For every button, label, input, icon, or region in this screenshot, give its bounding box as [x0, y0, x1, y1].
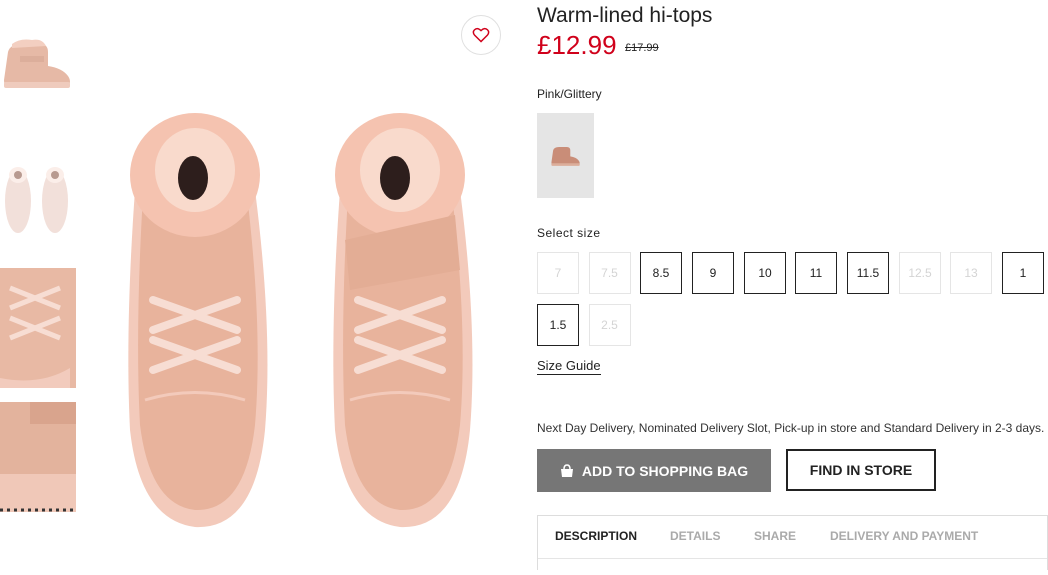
tab-details[interactable]: DETAILS	[670, 529, 720, 543]
size-option: 7.5	[588, 252, 631, 294]
size-option[interactable]: 11.5	[847, 252, 889, 294]
thumbnail-top-view[interactable]	[0, 155, 76, 240]
size-option[interactable]: 11	[795, 252, 837, 294]
favorite-button[interactable]	[461, 15, 501, 55]
original-price: £17.99	[625, 42, 659, 54]
swatch-shoe-image	[550, 146, 580, 166]
tab-delivery-and-payment[interactable]: DELIVERY AND PAYMENT	[830, 529, 978, 543]
tab-description[interactable]: DESCRIPTION	[555, 529, 637, 543]
tab-divider	[538, 558, 1047, 559]
thumbnail-laces-detail[interactable]	[0, 268, 76, 388]
shopping-bag-icon	[560, 463, 573, 477]
right-shoe	[333, 113, 473, 528]
size-option[interactable]: 8.5	[640, 252, 682, 294]
add-to-bag-label: ADD TO SHOPPING BAG	[581, 462, 749, 479]
size-option[interactable]: 1.5	[537, 304, 579, 346]
tab-share[interactable]: SHARE	[754, 529, 796, 543]
product-price: £12.99	[537, 30, 617, 60]
size-option: 7	[537, 252, 579, 294]
left-shoe	[128, 113, 268, 528]
size-option[interactable]: 10	[744, 252, 786, 294]
thumbnail-side-view[interactable]	[0, 30, 76, 100]
size-guide-link[interactable]: Size Guide	[537, 358, 601, 375]
size-option: 2.5	[588, 304, 631, 346]
delivery-info: Next Day Delivery, Nominated Delivery Sl…	[537, 421, 1045, 435]
product-tabs: DESCRIPTION DETAILS SHARE DELIVERY AND PAYM…	[537, 515, 1048, 570]
size-option: 13	[950, 252, 992, 294]
size-option: 12.5	[899, 252, 941, 294]
product-title: Warm-lined hi-tops	[537, 4, 713, 27]
size-option[interactable]: 1	[1002, 252, 1044, 294]
add-to-bag-button[interactable]: ADD TO SHOPPING BAG	[537, 449, 771, 492]
main-product-image	[95, 0, 515, 570]
product-info: Warm-lined hi-tops £12.99 £17.99 Pink/Gl…	[537, 0, 1048, 570]
heart-icon	[472, 27, 490, 43]
thumbnail-heel-detail[interactable]	[0, 402, 76, 516]
color-name: Pink/Glittery	[537, 87, 602, 101]
size-option[interactable]: 9	[692, 252, 734, 294]
select-size-label: Select size	[537, 226, 601, 240]
find-in-store-button[interactable]: FIND IN STORE	[786, 449, 936, 491]
thumbnail-list	[0, 0, 80, 570]
color-swatch[interactable]	[537, 113, 594, 198]
